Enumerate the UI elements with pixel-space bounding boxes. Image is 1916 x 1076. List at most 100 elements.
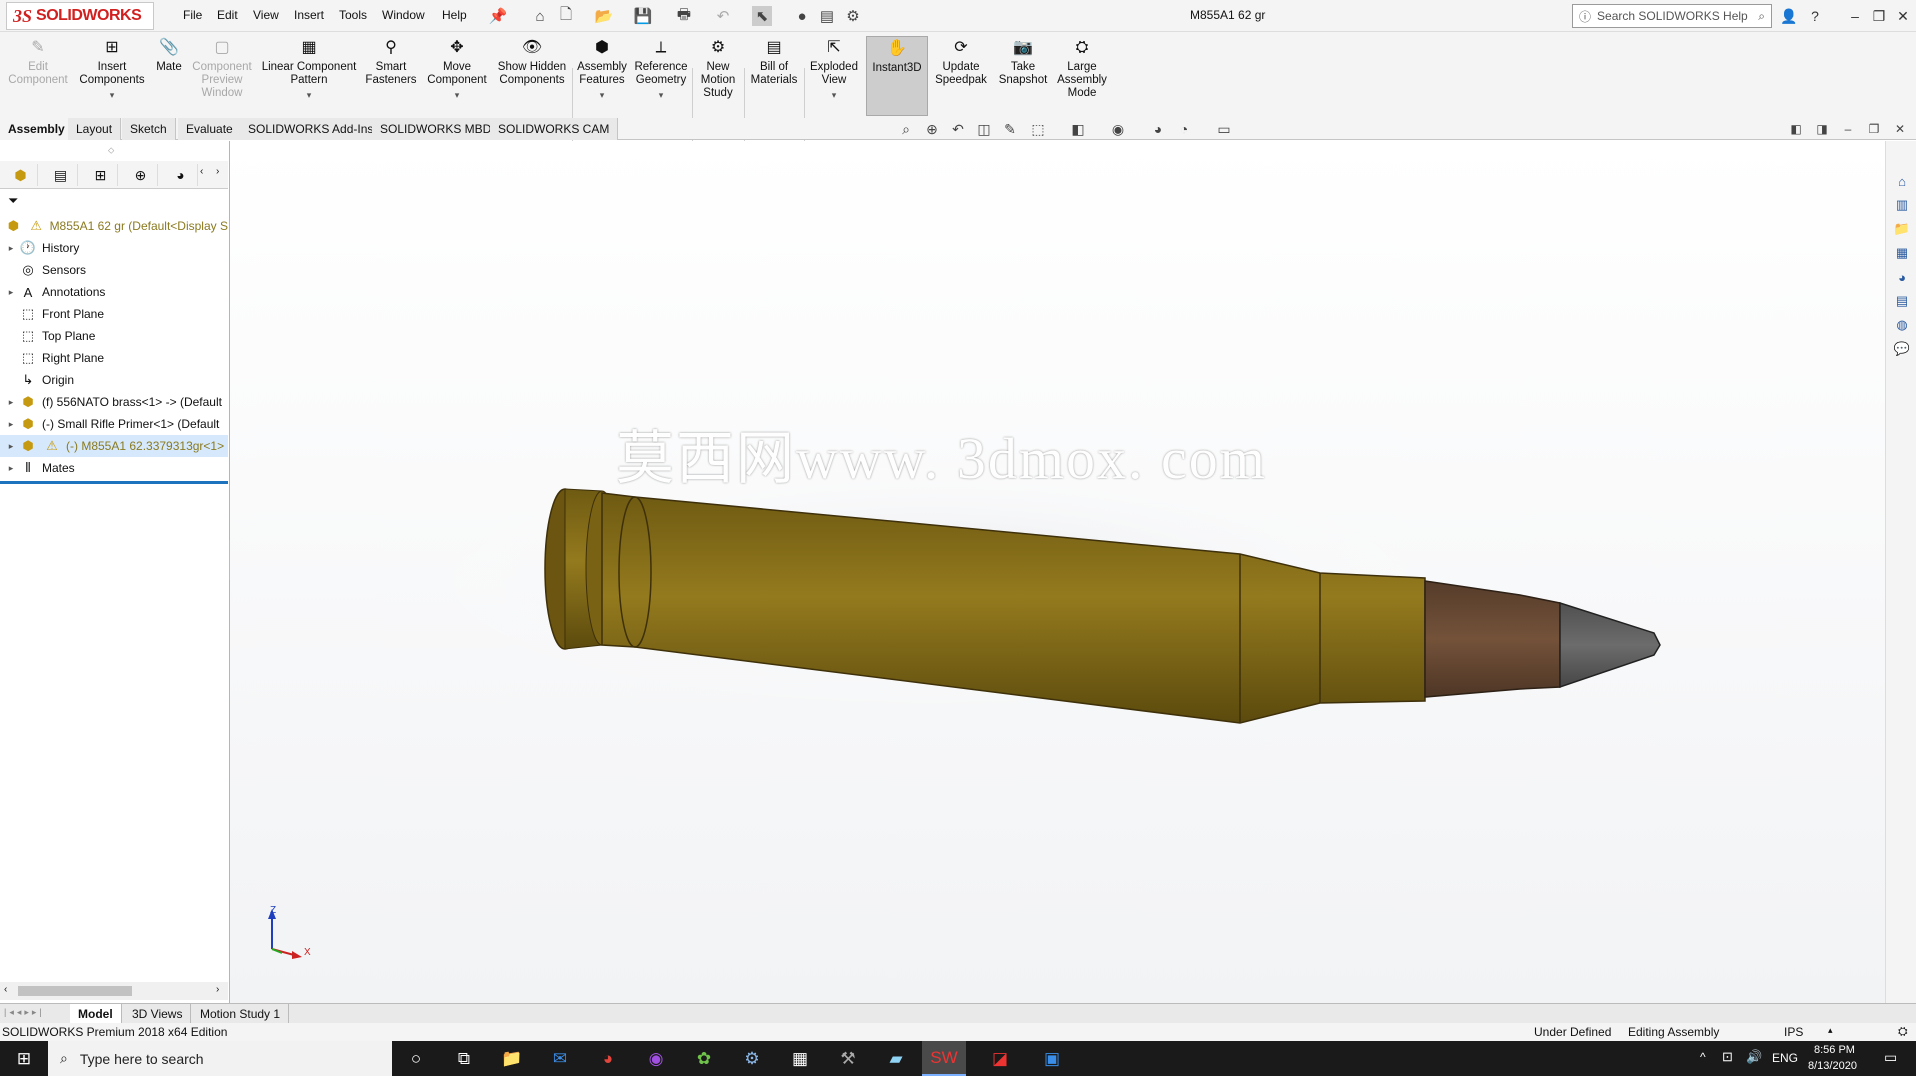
filter-icon[interactable]: ⏷ xyxy=(8,193,18,209)
menu-file[interactable]: File xyxy=(183,8,202,22)
tree-horizontal-scrollbar[interactable]: ‹ › xyxy=(0,982,228,1000)
clock-date[interactable]: 8/13/2020 xyxy=(1808,1060,1857,1072)
tree-item-sensors[interactable]: ◎ Sensors xyxy=(0,259,228,281)
menu-edit[interactable]: Edit xyxy=(217,8,238,22)
media-player-icon[interactable]: ◉ xyxy=(634,1041,678,1076)
configuration-manager-tab-icon[interactable]: ⊞ xyxy=(84,164,118,186)
bill-of-materials-button[interactable]: ▤ Bill of Materials xyxy=(746,36,802,116)
network-icon[interactable]: ⊡ xyxy=(1722,1049,1733,1065)
view-palette-icon[interactable]: ▦ xyxy=(1892,243,1912,263)
view-orientation-icon[interactable]: ⬚ xyxy=(1028,119,1048,139)
volume-icon[interactable]: 🔊 xyxy=(1746,1049,1762,1065)
tool-app-icon[interactable]: ⚒ xyxy=(826,1041,870,1076)
linear-component-pattern-button[interactable]: ▦ Linear Component Pattern ▾ xyxy=(258,36,360,116)
menu-help[interactable]: Help xyxy=(442,8,467,22)
file-properties-icon[interactable]: ▤ xyxy=(817,6,837,26)
tab-motion-study[interactable]: Motion Study 1 xyxy=(192,1004,290,1024)
undo-icon[interactable]: ↶ xyxy=(713,6,733,26)
save-icon[interactable]: 💾 xyxy=(633,6,653,26)
tab-evaluate[interactable]: Evaluate xyxy=(178,118,242,140)
new-document-icon[interactable]: 🗋 xyxy=(556,6,576,26)
insert-components-button[interactable]: ⊞ Insert Components ▾ xyxy=(74,36,150,116)
mate-button[interactable]: 📎 Mate xyxy=(152,36,186,116)
tab-nav-arrows-icon[interactable]: |◂◂▸▸| xyxy=(4,1007,45,1018)
new-motion-study-button[interactable]: ⚙ New Motion Study xyxy=(694,36,742,116)
help-search-input[interactable]: ⓘ Search SOLIDWORKS Help ⌕ xyxy=(1572,4,1772,28)
tab-addins[interactable]: SOLIDWORKS Add-Ins xyxy=(240,118,383,140)
taskbar-search-input[interactable]: ⌕ Type here to search xyxy=(48,1041,392,1076)
tree-item-primer[interactable]: ▸ ⬢ (-) Small Rifle Primer<1> (Default xyxy=(0,413,228,435)
task-view-icon[interactable]: ⧉ xyxy=(442,1041,486,1076)
tray-chevron-icon[interactable]: ^ xyxy=(1700,1050,1706,1064)
expand-icon[interactable]: ▸ xyxy=(4,397,18,408)
tab-sketch[interactable]: Sketch xyxy=(122,118,176,140)
tab-scroll-right-icon[interactable]: › xyxy=(216,166,219,177)
units-selector[interactable]: IPS xyxy=(1784,1025,1803,1039)
component-preview-button[interactable]: ▢ Component Preview Window xyxy=(188,36,256,116)
tree-item-brass[interactable]: ▸ ⬢ (f) 556NATO brass<1> -> (Default xyxy=(0,391,228,413)
tab-mbd[interactable]: SOLIDWORKS MBD xyxy=(372,118,501,140)
clock-time[interactable]: 8:56 PM xyxy=(1814,1044,1855,1056)
smart-fasteners-button[interactable]: ⚲ Smart Fasteners xyxy=(362,36,420,116)
dimxpert-tab-icon[interactable]: ⊕ xyxy=(124,164,158,186)
expand-icon[interactable]: ▸ xyxy=(4,287,18,298)
units-dropdown-icon[interactable]: ▴ xyxy=(1828,1025,1833,1036)
tab-assembly[interactable]: Assembly xyxy=(0,118,74,140)
move-component-button[interactable]: ✥ Move Component ▾ xyxy=(422,36,492,116)
cortana-icon[interactable]: ○ xyxy=(394,1041,438,1076)
expand-icon[interactable]: ▸ xyxy=(4,419,18,430)
solidworks-logo[interactable]: 3S SOLIDWORKS xyxy=(6,2,154,30)
restore-icon[interactable]: ❐ xyxy=(1868,5,1890,27)
minimize-icon[interactable]: – xyxy=(1844,5,1866,27)
tree-item-front-plane[interactable]: ⬚ Front Plane xyxy=(0,303,228,325)
tree-item-bullet[interactable]: ▸ ⬢ ⚠ (-) M855A1 62.3379313gr<1> xyxy=(0,435,228,457)
file-explorer-icon[interactable]: 📁 xyxy=(1892,219,1912,239)
display-manager-tab-icon[interactable]: ◕ xyxy=(164,164,198,186)
tree-item-annotations[interactable]: ▸ A Annotations xyxy=(0,281,228,303)
custom-properties-icon[interactable]: ▤ xyxy=(1892,291,1912,311)
pin-icon[interactable]: 📌 xyxy=(488,6,508,26)
language-indicator[interactable]: ENG xyxy=(1772,1051,1798,1065)
open-icon[interactable]: 📂 xyxy=(594,6,614,26)
tree-item-mates[interactable]: ▸ ⫴ Mates xyxy=(0,457,228,479)
tree-item-top-plane[interactable]: ⬚ Top Plane xyxy=(0,325,228,347)
property-manager-tab-icon[interactable]: ▤ xyxy=(44,164,78,186)
tree-item-origin[interactable]: ↳ Origin xyxy=(0,369,228,391)
forum-chat-icon[interactable]: 💬 xyxy=(1892,339,1912,359)
solidworks-taskbar-icon[interactable]: SW xyxy=(922,1041,966,1076)
scroll-left-icon[interactable]: ‹ xyxy=(4,984,7,995)
appearances-icon[interactable]: ◕ xyxy=(1892,267,1912,287)
large-assembly-mode-button[interactable]: ⛭ Large Assembly Mode xyxy=(1054,36,1110,116)
panel-grip-icon[interactable]: ⬦ xyxy=(108,145,114,156)
section-view-icon[interactable]: ◫ xyxy=(974,119,994,139)
expand-icon[interactable]: ▸ xyxy=(4,463,18,474)
zoom-to-fit-icon[interactable]: ⌕ xyxy=(896,119,916,139)
doc-restore-icon[interactable]: ❐ xyxy=(1864,119,1884,139)
scroll-thumb[interactable] xyxy=(18,986,132,996)
graphics-area[interactable]: 莫西网www. 3dmox. com Z X xyxy=(230,141,1885,1003)
menu-insert[interactable]: Insert xyxy=(294,8,324,22)
tile-left-icon[interactable]: ◧ xyxy=(1786,119,1806,139)
steam-icon[interactable]: ⚙ xyxy=(730,1041,774,1076)
mail-icon[interactable]: ✉ xyxy=(538,1041,582,1076)
solidworks-forum-icon[interactable]: ◍ xyxy=(1892,315,1912,335)
tile-right-icon[interactable]: ◨ xyxy=(1812,119,1832,139)
menu-tools[interactable]: Tools xyxy=(339,8,367,22)
scroll-right-icon[interactable]: › xyxy=(216,984,219,995)
notifications-icon[interactable]: ▭ xyxy=(1884,1049,1897,1066)
exploded-view-button[interactable]: ⇱ Exploded View ▾ xyxy=(806,36,862,116)
tab-layout[interactable]: Layout xyxy=(68,118,122,140)
rebuild-icon[interactable]: ● xyxy=(792,6,812,26)
search-icon[interactable]: ⌕ xyxy=(1758,9,1765,24)
help-question-icon[interactable]: ? xyxy=(1804,5,1826,27)
calculator-icon[interactable]: ▦ xyxy=(778,1041,822,1076)
select-icon[interactable]: ⬉ xyxy=(752,6,772,26)
take-snapshot-button[interactable]: 📷 Take Snapshot xyxy=(994,36,1052,116)
design-library-icon[interactable]: ▥ xyxy=(1892,195,1912,215)
user-icon[interactable]: 👤 xyxy=(1778,5,1800,27)
tab-model[interactable]: Model xyxy=(70,1004,122,1024)
view-settings-icon[interactable]: ▭ xyxy=(1214,119,1234,139)
chrome-icon[interactable]: ◕ xyxy=(586,1041,630,1076)
print-icon[interactable]: 🖶 xyxy=(674,6,694,26)
tab-3d-views[interactable]: 3D Views xyxy=(124,1004,192,1024)
